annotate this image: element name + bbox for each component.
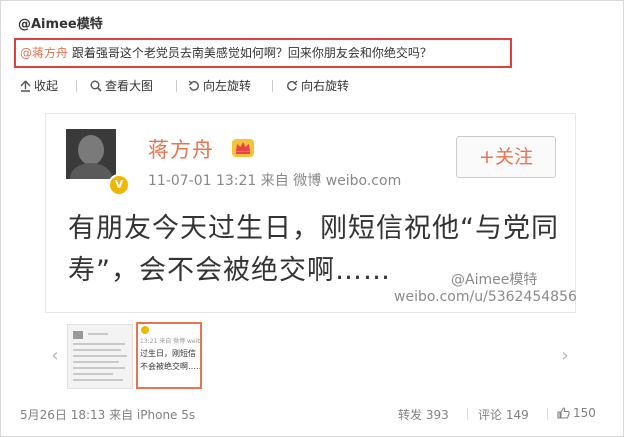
follow-button: +关注 — [456, 136, 556, 178]
post-time-source[interactable]: 5月26日 18:13 来自 iPhone 5s — [20, 406, 195, 423]
view-large-label: 查看大图 — [105, 79, 154, 93]
view-large-button[interactable]: 查看大图 — [90, 77, 153, 94]
rotate-right-label: 向右旋转 — [301, 79, 350, 93]
rotate-left-label: 向左旋转 — [203, 79, 252, 93]
attached-image[interactable]: V 蒋方舟 11-07-01 13:21 来自 微博 weibo.com +关注… — [45, 113, 577, 313]
thumbnail-line: 过生日，刚短信 — [140, 349, 196, 358]
author-name[interactable]: @Aimee模特 — [18, 13, 103, 32]
thumbnail-line: 不会被绝交啊…… — [140, 362, 202, 371]
toolbar-divider — [176, 80, 177, 92]
search-icon — [90, 80, 102, 92]
chevron-right-icon[interactable]: › — [555, 322, 575, 390]
collapse-label: 收起 — [34, 79, 59, 93]
chevron-left-icon[interactable]: ‹ — [45, 322, 65, 390]
collapse-icon — [20, 80, 31, 92]
collapse-button[interactable]: 收起 — [20, 77, 58, 94]
thumbnail-line: 13:21 来自 微博 weibo.com — [140, 338, 202, 345]
like-button[interactable]: 150 — [557, 406, 596, 420]
screenshot-user-name: 蒋方舟 — [148, 138, 214, 162]
reply-text-highlight: @蒋方舟 跟着强哥这个老党员去南美感觉如何啊？回来你朋友会和你绝交吗？ — [14, 38, 512, 68]
stats-divider — [467, 408, 468, 420]
repost-button[interactable]: 转发 393 — [398, 406, 449, 423]
rotate-right-icon — [287, 80, 298, 91]
avatar — [66, 129, 116, 179]
comment-button[interactable]: 评论 149 — [478, 406, 529, 423]
verified-badge-icon: V — [108, 174, 130, 196]
thumbnail-1[interactable] — [67, 324, 133, 389]
toolbar-divider — [272, 80, 273, 92]
thumbs-up-icon — [557, 407, 570, 419]
like-count: 150 — [573, 406, 596, 420]
thumbnail-2-selected[interactable]: 13:21 来自 微博 weibo.com 过生日，刚短信 不会被绝交啊…… — [136, 322, 202, 389]
crown-icon — [232, 139, 254, 157]
rotate-left-button[interactable]: 向左旋转 — [188, 77, 251, 94]
reply-text: 跟着强哥这个老党员去南美感觉如何啊？回来你朋友会和你绝交吗？ — [68, 46, 432, 60]
rotate-left-icon — [188, 80, 199, 91]
rotate-right-button[interactable]: 向右旋转 — [286, 77, 349, 94]
watermark-url: weibo.com/u/5362454856 — [394, 289, 577, 305]
watermark-handle: @Aimee模特 — [451, 272, 538, 288]
thumbnail-strip: ‹ 13:21 来自 微博 weibo.com 过生日，刚短信 不会被绝交啊……… — [45, 322, 575, 390]
stats-divider — [547, 408, 548, 420]
toolbar-divider — [76, 80, 77, 92]
screenshot-meta: 11-07-01 13:21 来自 微博 weibo.com — [148, 173, 402, 189]
mention-link[interactable]: @蒋方舟 — [20, 46, 68, 60]
